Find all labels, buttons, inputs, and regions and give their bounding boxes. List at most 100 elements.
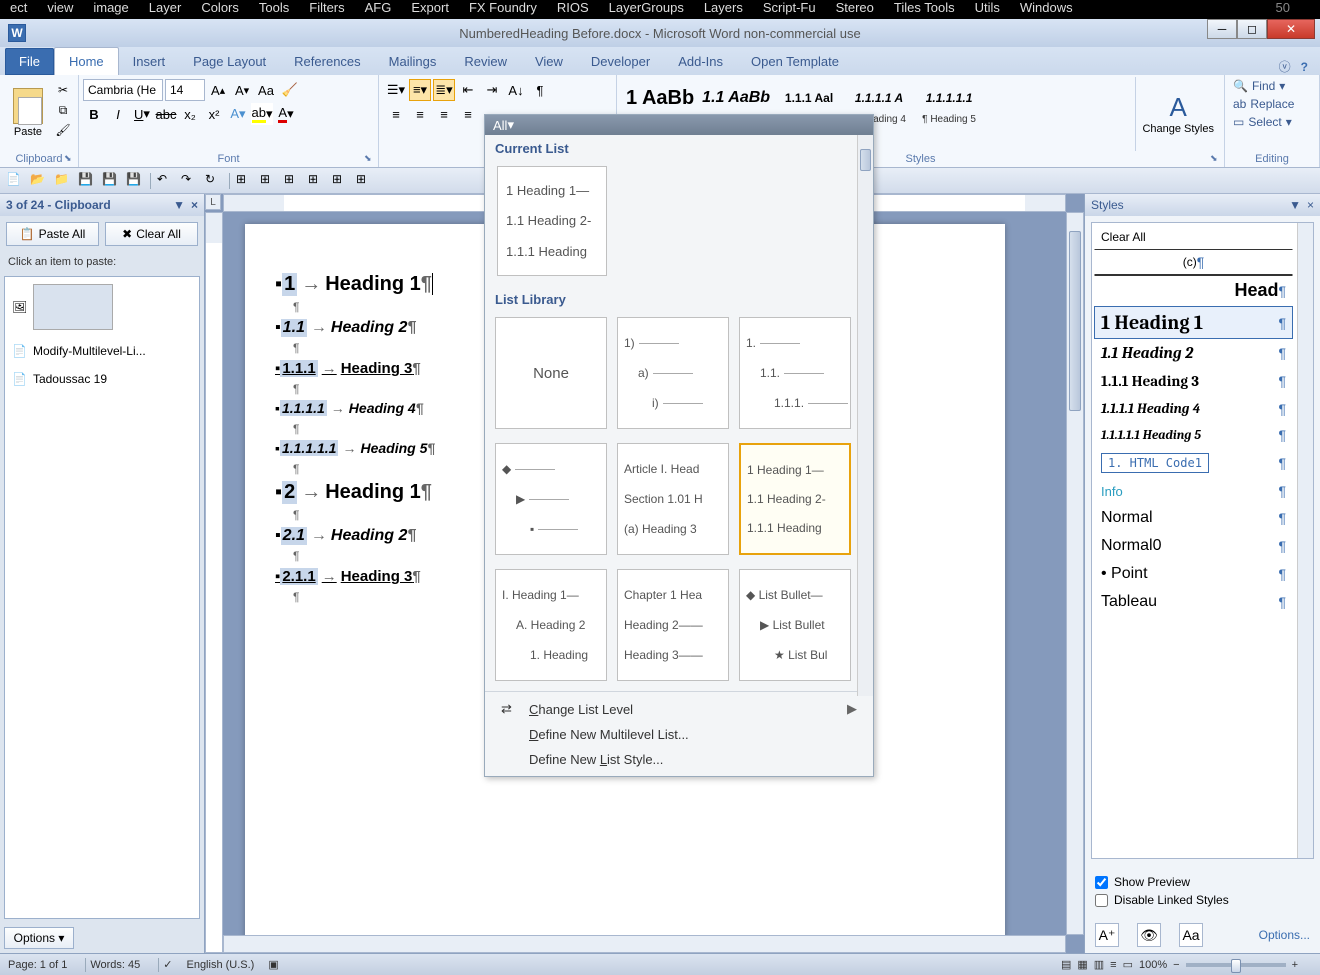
styles-scrollbar[interactable]	[1297, 223, 1313, 858]
maximize-button[interactable]: ◻	[1237, 19, 1267, 39]
font-color-icon[interactable]: A▾	[275, 103, 297, 125]
clipboard-close-icon[interactable]: ×	[191, 198, 198, 212]
scrollbar-horizontal[interactable]	[223, 935, 1066, 953]
replace-button[interactable]: abReplace	[1233, 97, 1311, 111]
tab-mailings[interactable]: Mailings	[375, 48, 451, 75]
tab-home[interactable]: Home	[54, 47, 119, 75]
clipboard-item[interactable]: 📄 Tadoussac 19	[5, 365, 199, 393]
tab-insert[interactable]: Insert	[119, 48, 180, 75]
bold-button[interactable]: B	[83, 103, 105, 125]
align-center-icon[interactable]: ≡	[409, 103, 431, 125]
new-style-icon[interactable]: A⁺	[1095, 923, 1119, 947]
tab-references[interactable]: References	[280, 48, 374, 75]
show-preview-checkbox[interactable]: Show Preview	[1095, 875, 1310, 889]
ml-filter-all[interactable]: All ▾	[485, 115, 873, 135]
close-button[interactable]: ✕	[1267, 19, 1315, 39]
style-clear-all[interactable]: Clear All	[1094, 225, 1293, 249]
clipboard-options-button[interactable]: Options ▾	[4, 927, 74, 949]
qat-repeat-icon[interactable]: ↻	[205, 172, 223, 190]
decrease-indent-icon[interactable]: ⇤	[457, 79, 479, 101]
ml-lib-item[interactable]: Article I. Head Section 1.01 H (a) Headi…	[617, 443, 729, 555]
view-print-icon[interactable]: ▤	[1061, 958, 1071, 971]
qat-undo-icon[interactable]: ↶	[157, 172, 175, 190]
qat-10-icon[interactable]: ⊞	[356, 172, 374, 190]
tab-file[interactable]: File	[5, 48, 54, 75]
ml-lib-item[interactable]: Chapter 1 Hea Heading 2—— Heading 3——	[617, 569, 729, 681]
view-outline-icon[interactable]: ≡	[1110, 959, 1116, 971]
disable-linked-checkbox[interactable]: Disable Linked Styles	[1095, 893, 1310, 907]
text-effects-icon[interactable]: A▾	[227, 103, 249, 125]
qat-6-icon[interactable]: ⊞	[260, 172, 278, 190]
superscript-button[interactable]: x²	[203, 103, 225, 125]
ml-change-level[interactable]: ⇄ Change List Level ▶	[485, 696, 873, 722]
style-list-item[interactable]: 1.1.1 Heading 3¶	[1094, 367, 1293, 395]
status-proofing-icon[interactable]: ✓	[163, 958, 172, 971]
ml-current-item[interactable]: 1 Heading 1— 1.1 Heading 2- 1.1.1 Headin…	[497, 166, 607, 276]
zoom-slider[interactable]	[1186, 963, 1286, 967]
format-painter-icon[interactable]: 🖌	[54, 121, 72, 139]
ruler-corner[interactable]: L	[205, 194, 221, 210]
clipboard-item[interactable]: 📄 Modify-Multilevel-Li...	[5, 337, 199, 365]
tab-page-layout[interactable]: Page Layout	[179, 48, 280, 75]
ml-none[interactable]: None	[495, 317, 607, 429]
view-web-icon[interactable]: ▥	[1094, 958, 1104, 971]
copy-icon[interactable]: ⧉	[54, 101, 72, 119]
style-list-item[interactable]: 1.1 Heading 2¶	[1094, 339, 1293, 367]
multilevel-button[interactable]: ≣▾	[433, 79, 455, 101]
ml-define-new[interactable]: Define New Multilevel List...	[485, 722, 873, 747]
qat-7-icon[interactable]: ⊞	[284, 172, 302, 190]
align-right-icon[interactable]: ≡	[433, 103, 455, 125]
qat-save2-icon[interactable]: 💾	[102, 172, 120, 190]
strikethrough-button[interactable]: abc	[155, 103, 177, 125]
status-page[interactable]: Page: 1 of 1	[8, 959, 67, 971]
qat-9-icon[interactable]: ⊞	[332, 172, 350, 190]
change-styles-icon[interactable]: A	[1170, 92, 1187, 123]
zoom-in-icon[interactable]: +	[1292, 959, 1298, 971]
styles-options-link[interactable]: Options...	[1259, 928, 1310, 942]
scrollbar-vertical[interactable]	[1066, 212, 1084, 935]
paste-all-button[interactable]: 📋 Paste All	[6, 222, 99, 246]
ml-lib-item[interactable]: I. Heading 1— A. Heading 2 1. Heading	[495, 569, 607, 681]
style-list-item[interactable]: 1.1.1.1.1 Heading 5¶	[1094, 422, 1293, 448]
ml-lib-item[interactable]: 1. 1.1. 1.1.1.	[739, 317, 851, 429]
ml-define-style[interactable]: Define New List Style...	[485, 747, 873, 772]
justify-icon[interactable]: ≡	[457, 103, 479, 125]
bullets-button[interactable]: ☰▾	[385, 79, 407, 101]
qat-save-icon[interactable]: 💾	[78, 172, 96, 190]
select-button[interactable]: ▭Select ▾	[1233, 115, 1311, 129]
ml-scrollbar[interactable]	[857, 135, 873, 696]
find-button[interactable]: 🔍Find ▾	[1233, 79, 1311, 93]
manage-styles-icon[interactable]: Aa	[1179, 923, 1203, 947]
subscript-button[interactable]: x₂	[179, 103, 201, 125]
style-list-item[interactable]: Info¶	[1094, 478, 1293, 504]
qat-open2-icon[interactable]: 📁	[54, 172, 72, 190]
ml-lib-item[interactable]: ◆ ▶ ▪	[495, 443, 607, 555]
view-full-icon[interactable]: ▦	[1077, 958, 1087, 971]
style-list-item[interactable]: 1.1.1.1 Heading 4¶	[1094, 395, 1293, 422]
tab-view[interactable]: View	[521, 48, 577, 75]
status-macro-icon[interactable]: ▣	[268, 958, 278, 971]
style-list-item[interactable]: 1. HTML Code1¶	[1094, 448, 1293, 478]
font-name-input[interactable]	[83, 79, 163, 101]
styles-launcher[interactable]: ⬊	[1210, 153, 1220, 163]
help-icon[interactable]: ?	[1301, 60, 1308, 74]
style-head[interactable]: Head¶	[1094, 275, 1293, 306]
clipboard-item[interactable]: 🖼	[5, 277, 199, 337]
clipboard-dropdown-icon[interactable]: ▼	[173, 198, 185, 212]
styles-close-icon[interactable]: ×	[1307, 198, 1314, 212]
qat-5-icon[interactable]: ⊞	[236, 172, 254, 190]
qat-8-icon[interactable]: ⊞	[308, 172, 326, 190]
shrink-font-icon[interactable]: A▾	[231, 79, 253, 101]
status-language[interactable]: English (U.S.)	[186, 959, 254, 971]
style-list-item[interactable]: 1 Heading 1¶	[1094, 306, 1293, 339]
ribbon-minimize-icon[interactable]: ⓥ	[1279, 58, 1291, 75]
sort-icon[interactable]: A↓	[505, 79, 527, 101]
qat-redo-icon[interactable]: ↷	[181, 172, 199, 190]
tab-addins[interactable]: Add-Ins	[664, 48, 737, 75]
zoom-out-icon[interactable]: −	[1173, 959, 1179, 971]
style-inspector-icon[interactable]: 👁	[1137, 923, 1161, 947]
ruler-vertical[interactable]	[205, 212, 223, 953]
zoom-level[interactable]: 100%	[1139, 959, 1167, 971]
qat-saveall-icon[interactable]: 💾	[126, 172, 144, 190]
italic-button[interactable]: I	[107, 103, 129, 125]
